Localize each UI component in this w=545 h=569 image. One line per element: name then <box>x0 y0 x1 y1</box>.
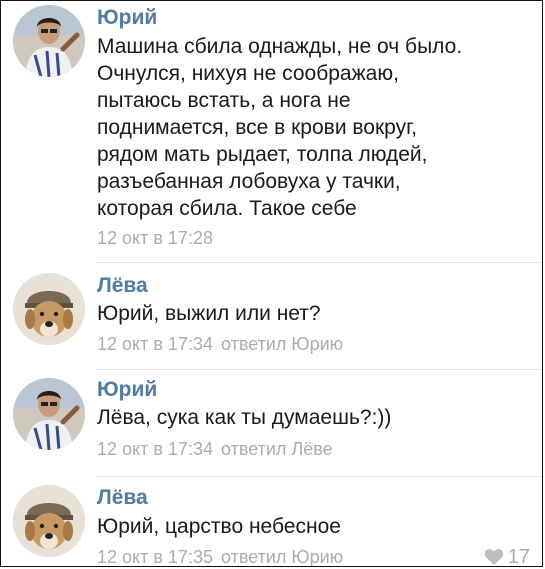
comment-reply-link[interactable]: ответил Лёве <box>221 439 333 459</box>
comment-text-line: которая сбила. Такое себе <box>97 197 357 220</box>
comment-text: Машина сбила однажды, не оч было. Очнулс… <box>97 33 462 222</box>
avatar-yuriy[interactable] <box>13 5 85 77</box>
comments-thread: Юрий Машина сбила однажды, не оч было. О… <box>0 0 543 567</box>
comment: Лёва Юрий, царство небесное 12 окт в 17:… <box>1 477 542 567</box>
like-button[interactable]: 17 <box>484 546 530 567</box>
comment-text-line: разъебанная лобовуха у тачки, <box>97 170 401 193</box>
comment: Юрий Лёва, сука как ты думаешь?:)) 12 ок… <box>1 370 542 477</box>
comment-author[interactable]: Юрий <box>97 6 157 30</box>
comment-text-line: Юрий, царство небесное <box>97 515 341 538</box>
comment-reply-link[interactable]: ответил Юрию <box>221 547 343 566</box>
comment-text-line: Машина сбила однажды, не оч было. <box>97 35 463 58</box>
comment-text-line: поднимается, все в крови вокруг, <box>97 116 418 139</box>
comment-text: Юрий, выжил или нет? <box>97 300 321 327</box>
comment-text-line: Лёва, сука как ты думаешь?:)) <box>97 406 392 429</box>
comment-reply-link[interactable]: ответил Юрию <box>221 334 343 354</box>
comment-author[interactable]: Юрий <box>97 378 157 402</box>
comment-text-line: пытаюсь встать, а нога не <box>97 89 351 112</box>
comment-text-line: рядом мать рыдает, толпа людей, <box>97 143 428 166</box>
comment: Юрий Машина сбила однажды, не оч было. О… <box>1 1 542 263</box>
comment-meta: 12 окт в 17:35 ответил Юрию <box>97 546 343 566</box>
like-count: 17 <box>507 546 530 567</box>
comment-meta: 12 окт в 17:28 <box>97 227 213 249</box>
comment-time[interactable]: 12 окт в 17:35 <box>97 547 213 566</box>
comment-text: Лёва, сука как ты думаешь?:)) <box>97 404 391 431</box>
comment-meta: 12 окт в 17:34 ответил Лёве <box>97 438 333 460</box>
avatar-yuriy[interactable] <box>13 378 85 450</box>
comment-text-line: Юрий, выжил или нет? <box>97 302 321 325</box>
comment-time[interactable]: 12 окт в 17:28 <box>97 228 213 248</box>
heart-icon <box>484 549 504 565</box>
comment-text-line: Очнулся, нихуя не соображаю, <box>97 62 399 85</box>
avatar-leva[interactable] <box>13 273 85 345</box>
comment-text: Юрий, царство небесное <box>97 513 341 540</box>
comment-author[interactable]: Лёва <box>97 274 148 298</box>
avatar-leva[interactable] <box>13 485 85 557</box>
comment-meta: 12 окт в 17:34 ответил Юрию <box>97 333 343 355</box>
comment-time[interactable]: 12 окт в 17:34 <box>97 439 213 459</box>
comment-author[interactable]: Лёва <box>97 486 148 510</box>
comment: Лёва Юрий, выжил или нет? 12 окт в 17:34… <box>1 263 542 370</box>
comment-time[interactable]: 12 окт в 17:34 <box>97 334 213 354</box>
